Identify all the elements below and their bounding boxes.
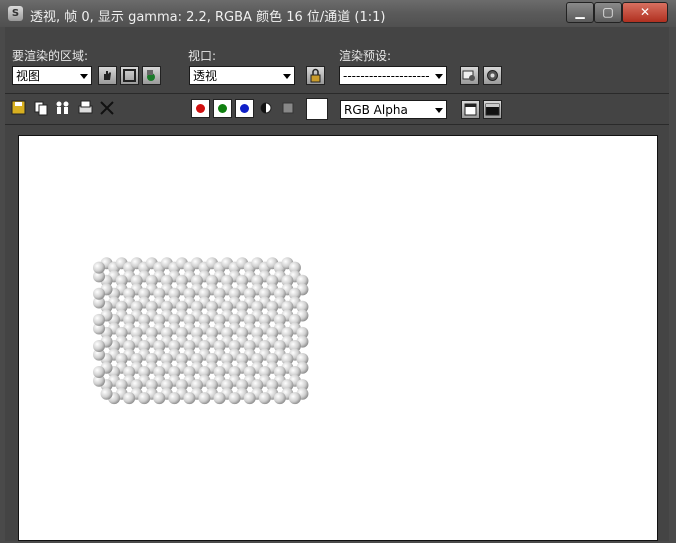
atom: [168, 392, 181, 405]
blue-channel-button[interactable]: [235, 99, 254, 118]
divider: [5, 124, 669, 125]
divider: [5, 93, 669, 94]
alpha-channel-icon[interactable]: [259, 99, 273, 117]
green-channel-icon: [218, 104, 227, 113]
clear-icon[interactable]: [99, 99, 115, 117]
render-region-button[interactable]: [142, 66, 161, 85]
chevron-down-icon: [435, 74, 443, 79]
color-swatch[interactable]: [306, 98, 328, 120]
atom: [243, 392, 256, 405]
atom: [93, 313, 105, 326]
window-ui-icon: [485, 103, 500, 116]
region-frame-icon: [123, 69, 136, 82]
copy-icon[interactable]: [33, 99, 49, 117]
preset-label: 渲染预设:: [339, 49, 392, 63]
preset-dropdown[interactable]: --------------------: [339, 66, 447, 85]
teapot-icon: [147, 70, 155, 81]
chevron-down-icon: [283, 74, 291, 79]
maximize-button[interactable]: ▢: [594, 2, 622, 23]
atom: [138, 392, 151, 405]
render-setup-icon: [462, 70, 475, 81]
window-overlay-icon: [464, 103, 477, 116]
atom: [198, 392, 211, 405]
preset-dropdown-value: --------------------: [343, 69, 430, 83]
area-dropdown-value: 视图: [16, 69, 41, 83]
window-title: 透视, 帧 0, 显示 gamma: 2.2, RGBA 颜色 16 位/通道 …: [30, 10, 386, 25]
clone-window-icon[interactable]: [54, 99, 72, 117]
minimize-button[interactable]: ▁: [566, 2, 594, 23]
atom: [93, 339, 105, 352]
atom: [93, 261, 105, 274]
atom: [228, 392, 241, 405]
print-icon[interactable]: [77, 99, 95, 117]
edit-region-button[interactable]: [98, 66, 117, 85]
atom: [213, 392, 226, 405]
gear-icon: [487, 70, 498, 81]
blue-channel-icon: [240, 104, 249, 113]
auto-region-button[interactable]: [120, 66, 139, 85]
close-button[interactable]: ✕: [622, 2, 668, 23]
viewport-dropdown-value: 透视: [193, 69, 218, 83]
viewport-label: 视口:: [188, 49, 217, 63]
chevron-down-icon: [435, 108, 443, 113]
green-channel-button[interactable]: [213, 99, 232, 118]
graphene-render: [93, 257, 309, 405]
viewport-dropdown[interactable]: 透视: [189, 66, 295, 85]
hand-icon: [104, 71, 111, 80]
render-setup-button[interactable]: [460, 66, 479, 85]
atom: [93, 287, 105, 300]
chevron-down-icon: [80, 74, 88, 79]
atom: [93, 366, 105, 379]
channel-dropdown-value: RGB Alpha: [344, 103, 408, 117]
atom: [100, 387, 113, 400]
title-bar: S 透视, 帧 0, 显示 gamma: 2.2, RGBA 颜色 16 位/通…: [0, 0, 676, 27]
area-dropdown[interactable]: 视图: [12, 66, 92, 85]
atom: [183, 392, 196, 405]
monochrome-icon[interactable]: [281, 99, 295, 117]
environment-button[interactable]: [483, 66, 502, 85]
atom: [288, 392, 301, 405]
red-channel-button[interactable]: [191, 99, 210, 118]
render-canvas: [18, 135, 658, 541]
toggle-ui-button[interactable]: [483, 100, 502, 119]
atom: [273, 392, 286, 405]
app-icon: S: [8, 6, 23, 21]
save-icon[interactable]: [11, 99, 27, 117]
lock-viewport-button[interactable]: [306, 66, 325, 85]
atom: [153, 392, 166, 405]
area-label: 要渲染的区域:: [12, 49, 89, 63]
toggle-ui-overlay-button[interactable]: [461, 100, 480, 119]
lock-icon: [310, 68, 321, 83]
red-channel-icon: [196, 104, 205, 113]
channel-dropdown[interactable]: RGB Alpha: [340, 100, 447, 119]
atom: [123, 392, 136, 405]
atom: [258, 392, 271, 405]
